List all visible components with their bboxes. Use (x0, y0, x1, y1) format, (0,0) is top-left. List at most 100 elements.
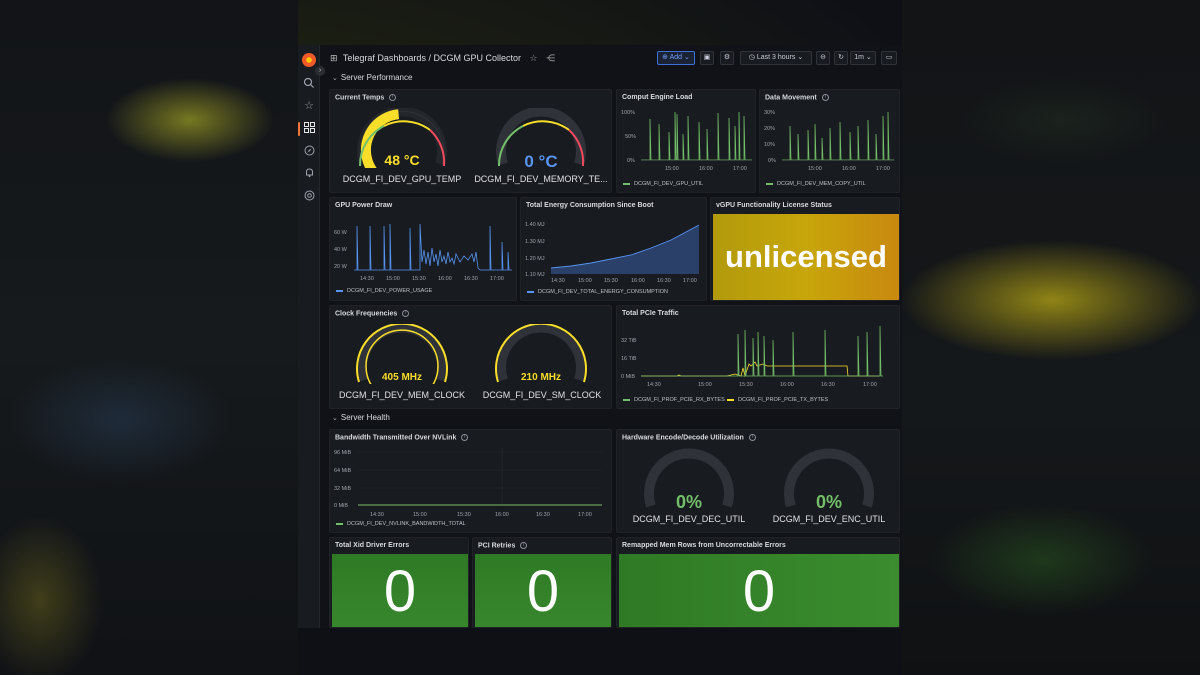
info-icon[interactable]: i (748, 434, 756, 441)
chart-pcie-traffic: 32 TiB 16 TiB 0 MiB 14:30 15:00 15:30 16… (621, 325, 883, 388)
x-tick: 16:00 (438, 276, 452, 282)
dashboards-icon[interactable] (302, 122, 316, 136)
grafana-logo-icon[interactable] (302, 53, 316, 67)
x-tick: 14:30 (647, 382, 661, 388)
legend-item[interactable]: DCGM_FI_PROF_PCIE_TX_BYTES (727, 397, 828, 403)
chart-compute-load: 100% 50% 0% 15:00 16:00 17:00 (621, 110, 752, 172)
panel-title: Comput Engine Load (622, 94, 693, 101)
info-icon[interactable]: i (402, 310, 410, 317)
x-tick: 16:00 (631, 278, 645, 284)
panel-clock-frequencies[interactable]: Clock Frequencies i 405 MHz DCGM_FI_DEV_M… (329, 305, 612, 409)
x-tick: 15:00 (698, 382, 712, 388)
panel-title-text: PCI Retries (478, 542, 516, 550)
legend-item[interactable]: DCGM_FI_DEV_POWER_USAGE (336, 288, 432, 294)
panel-title: Remapped Mem Rows from Uncorrectable Err… (622, 542, 786, 549)
panel-pcie-traffic[interactable]: Total PCIe Traffic 32 TiB 16 TiB 0 MiB 1… (616, 305, 900, 409)
legend-item[interactable]: DCGM_FI_DEV_TOTAL_ENERGY_CONSUMPTION (527, 289, 668, 295)
series-line-tx (641, 361, 879, 378)
search-icon[interactable] (302, 77, 316, 91)
save-icon[interactable]: ▣ (700, 51, 714, 65)
panel-title-text: Bandwidth Transmitted Over NVLink (335, 434, 457, 442)
x-tick: 17:00 (863, 382, 877, 388)
settings-gear-icon[interactable]: ⚙ (720, 51, 734, 65)
x-tick: 15:30 (604, 278, 618, 284)
info-icon[interactable]: i (389, 94, 397, 101)
panel-nvlink-bandwidth[interactable]: Bandwidth Transmitted Over NVLink i 96 Mi… (329, 429, 612, 533)
series-line (641, 111, 752, 161)
y-tick: 1.20 MJ (525, 256, 545, 262)
y-tick: 20 W (334, 264, 348, 270)
panel-compute-engine-load[interactable]: Comput Engine Load 100% 50% 0% 15:00 16:… (616, 89, 756, 193)
legend-item[interactable]: DCGM_FI_DEV_MEM_COPY_UTIL (766, 181, 866, 187)
stat-value: 0 (332, 554, 468, 627)
legend-item[interactable]: DCGM_FI_DEV_GPU_UTIL (623, 181, 703, 187)
y-tick: 0 MiB (621, 374, 635, 380)
panel-pci-retries[interactable]: PCI Retries i 0 (472, 537, 612, 628)
refresh-icon[interactable]: ↻ (834, 51, 848, 65)
zoom-out-icon[interactable]: ⊖ (816, 51, 830, 65)
panel-title: Hardware Encode/Decode Utilization i (622, 434, 756, 441)
legend-swatch (727, 398, 734, 401)
breadcrumb-parent[interactable]: Telegraf Dashboards (343, 53, 426, 63)
dashboard-grid-icon: ⊞ (330, 53, 338, 63)
x-tick: 15:00 (578, 278, 592, 284)
y-tick: 40 W (334, 247, 348, 253)
share-icon[interactable]: ⋲ (546, 53, 555, 63)
y-tick: 96 MiB (334, 450, 351, 456)
panel-xid-errors[interactable]: Total Xid Driver Errors 0 (329, 537, 469, 628)
row-server-performance[interactable]: ⌄ Server Performance (332, 73, 412, 82)
background-blur-right (902, 0, 1200, 675)
info-icon[interactable]: i (520, 542, 528, 549)
time-range-picker[interactable]: ◷ Last 3 hours ⌄ (740, 51, 812, 65)
panel-title: GPU Power Draw (335, 202, 393, 209)
panel-title-text: Hardware Encode/Decode Utilization (622, 434, 744, 442)
panel-title: vGPU Functionality License Status (716, 202, 832, 209)
info-icon[interactable]: i (461, 434, 469, 441)
row-collapse-chevron-icon: ⌄ (332, 415, 338, 422)
panel-title: Data Movement i (765, 94, 829, 101)
panel-hw-encode-decode[interactable]: Hardware Encode/Decode Utilization i 0% D… (616, 429, 900, 533)
background-blur-left (0, 0, 298, 675)
row-title-label: Server Performance (340, 73, 413, 82)
expand-menu-chevron-icon[interactable]: › (315, 66, 325, 76)
add-button[interactable]: ⊕ Add ⌄ (657, 51, 695, 65)
panel-title-text: Clock Frequencies (335, 310, 398, 318)
panel-current-temps[interactable]: Current Temps i 48 °C DCGM_FI_DEV_GPU_TEM… (329, 89, 612, 193)
panel-title-text: Data Movement (765, 94, 817, 102)
x-tick: 17:00 (683, 278, 697, 284)
refresh-interval-picker[interactable]: 1m ⌄ (850, 51, 876, 65)
explore-icon[interactable] (302, 145, 316, 159)
chevron-down-icon: ⌄ (683, 54, 690, 61)
chart-nvlink: 96 MiB 64 MiB 32 MiB 0 MiB 14:30 15:00 1… (334, 448, 602, 518)
stat-value: 0 (475, 554, 611, 627)
star-icon[interactable]: ☆ (302, 99, 316, 113)
panel-gpu-power-draw[interactable]: GPU Power Draw 60 W 40 W 20 W 14:30 15:0… (329, 197, 517, 301)
info-icon[interactable]: i (821, 94, 829, 101)
gauge-label: DCGM_FI_DEV_ENC_UTIL (772, 514, 886, 524)
favorite-star-icon[interactable]: ☆ (530, 53, 538, 63)
panel-title: PCI Retries i (478, 542, 528, 550)
tv-mode-icon[interactable]: ▭ (881, 51, 897, 65)
stat-value: 0 (619, 554, 899, 627)
alerting-bell-icon[interactable] (302, 167, 316, 181)
connections-icon[interactable] (302, 190, 316, 204)
panel-remapped-rows[interactable]: Remapped Mem Rows from Uncorrectable Err… (616, 537, 900, 628)
legend-item[interactable]: DCGM_FI_PROF_PCIE_RX_BYTES (623, 397, 725, 403)
x-tick: 15:00 (665, 166, 679, 172)
chevron-down-icon: ⌄ (865, 54, 872, 61)
y-tick: 0% (768, 158, 776, 164)
panel-total-energy[interactable]: Total Energy Consumption Since Boot 1.40… (520, 197, 707, 301)
row-server-health[interactable]: ⌄ Server Health (332, 413, 390, 422)
panel-vgpu-license[interactable]: vGPU Functionality License Status unlice… (710, 197, 900, 301)
legend-item[interactable]: DCGM_FI_DEV_NVLINK_BANDWIDTH_TOTAL (336, 521, 466, 527)
panel-title: Total PCIe Traffic (622, 310, 679, 317)
x-tick: 16:00 (780, 382, 794, 388)
x-tick: 15:00 (413, 512, 427, 518)
x-tick: 17:00 (733, 166, 747, 172)
x-tick: 16:00 (699, 166, 713, 172)
breadcrumb: ⊞ Telegraf Dashboards / DCGM GPU Collect… (330, 53, 555, 64)
panel-data-movement[interactable]: Data Movement i 30% 20% 10% 0% 15:00 16:0… (759, 89, 900, 193)
x-tick: 17:00 (578, 512, 592, 518)
legend-swatch (623, 398, 630, 401)
legend-label: DCGM_FI_DEV_NVLINK_BANDWIDTH_TOTAL (347, 521, 466, 527)
